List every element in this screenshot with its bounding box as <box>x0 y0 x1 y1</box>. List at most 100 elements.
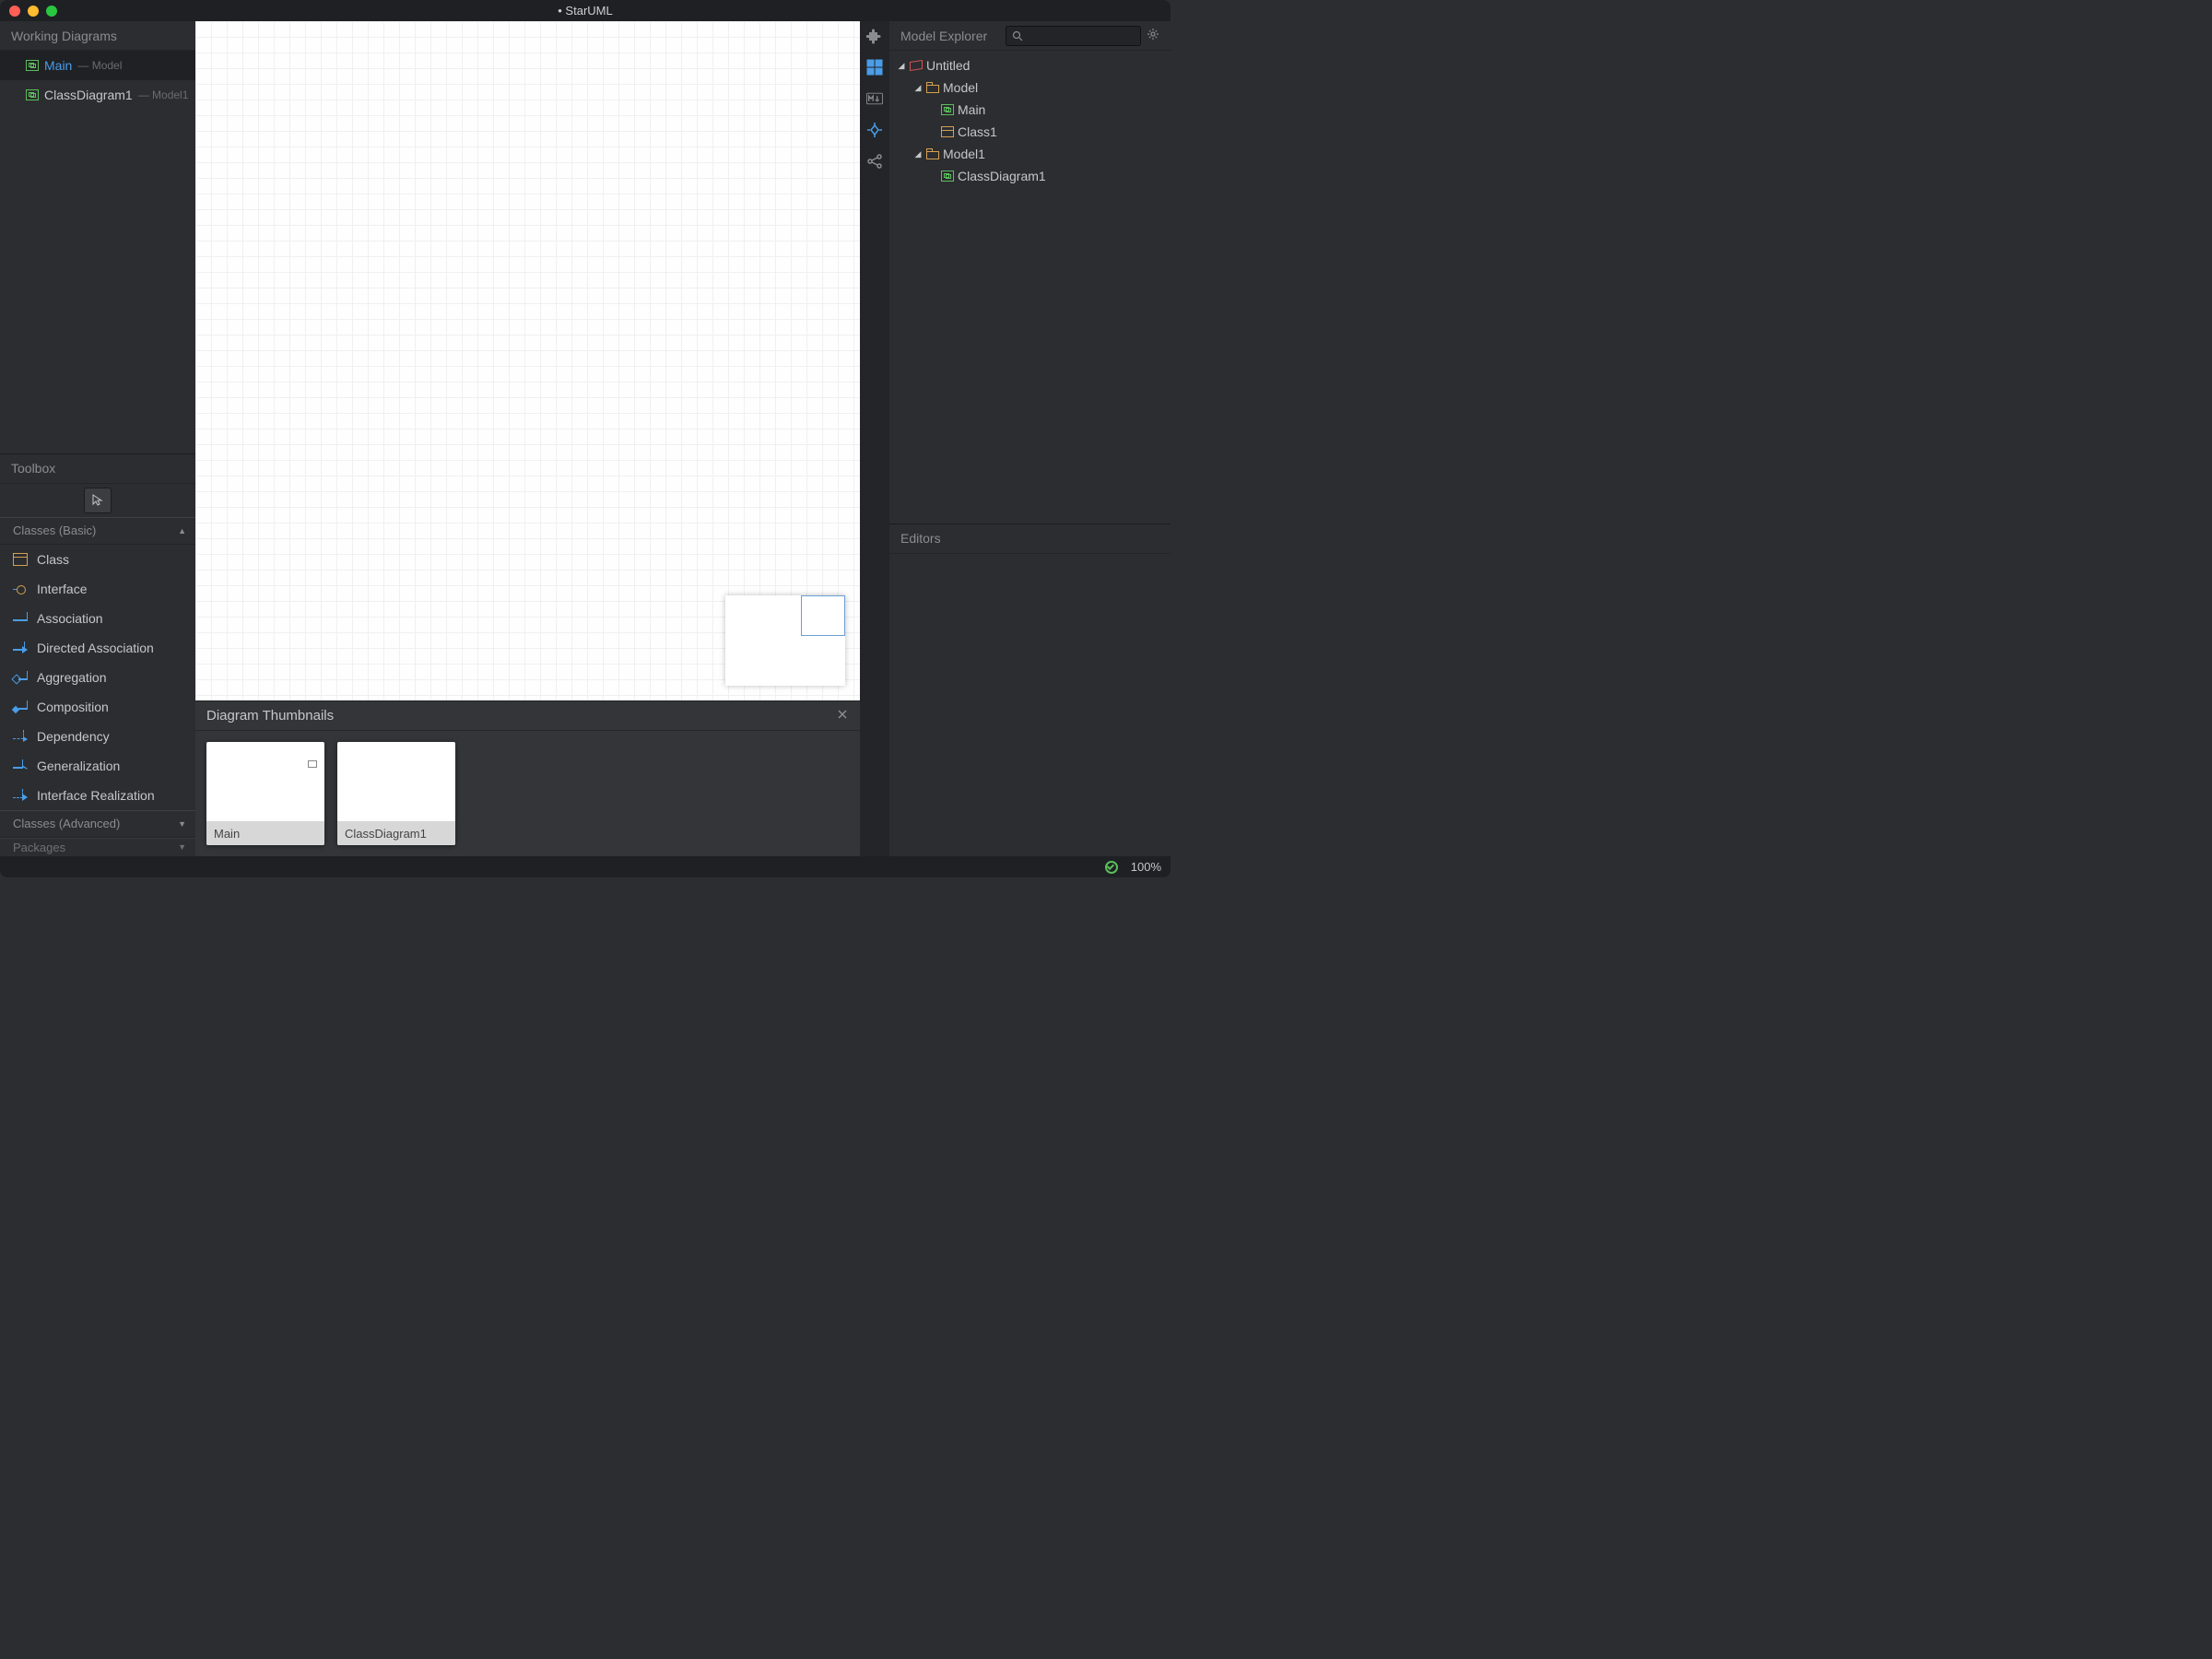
puzzle-icon <box>866 28 883 44</box>
diagram-canvas[interactable] <box>195 21 860 700</box>
model-explorer-tree: ◢ Untitled ◢ Model Main Class1 ◢ Model1 <box>889 51 1171 191</box>
dependency-icon <box>13 730 28 743</box>
crosshair-icon <box>866 122 883 138</box>
tree-node-main-diagram[interactable]: Main <box>889 99 1171 121</box>
thumbnails-toggle-button[interactable] <box>865 58 884 76</box>
window-zoom-button[interactable] <box>46 6 57 17</box>
expand-arrow-icon[interactable]: ◢ <box>913 83 923 93</box>
toolbox-section-label: Classes (Basic) <box>13 524 96 537</box>
tree-label: Model1 <box>943 147 985 161</box>
minimap-viewport[interactable] <box>801 595 845 636</box>
thumbnail-classdiagram1[interactable]: ClassDiagram1 <box>337 742 455 845</box>
tree-node-model1[interactable]: ◢ Model1 <box>889 143 1171 165</box>
model-explorer-search[interactable] <box>1006 26 1141 46</box>
toolbox-item-label: Composition <box>37 700 109 714</box>
toolbox-item-interface[interactable]: Interface <box>0 574 195 604</box>
toolbox-title: Toolbox <box>11 461 55 476</box>
generalization-icon <box>13 759 28 772</box>
thumbnail-preview <box>337 742 455 821</box>
share-icon <box>866 153 883 170</box>
toolbox-item-directed-association[interactable]: Directed Association <box>0 633 195 663</box>
expand-arrow-icon[interactable]: ◢ <box>913 149 923 159</box>
thumbnail-preview <box>206 742 324 821</box>
share-button[interactable] <box>865 152 884 171</box>
tree-label: ClassDiagram1 <box>958 169 1046 183</box>
diagram-icon <box>26 60 39 71</box>
toolbox-section-classes-advanced[interactable]: Classes (Advanced) ▼ <box>0 810 195 838</box>
tree-label: Class1 <box>958 124 997 139</box>
cursor-icon <box>92 494 103 507</box>
toolbox-item-label: Directed Association <box>37 641 154 655</box>
selection-tool[interactable] <box>84 488 112 513</box>
interface-realization-icon <box>13 789 28 802</box>
toolbox-item-aggregation[interactable]: Aggregation <box>0 663 195 692</box>
toolbox-header: Toolbox <box>0 454 195 484</box>
tree-label: Model <box>943 80 978 95</box>
close-icon <box>836 708 849 721</box>
minimap[interactable] <box>725 595 845 686</box>
tree-label: Untitled <box>926 58 970 73</box>
thumbnail-label: ClassDiagram1 <box>337 821 455 845</box>
toolbox-section-packages[interactable]: Packages ▼ <box>0 838 195 856</box>
toolbox-item-label: Class <box>37 552 69 567</box>
toolbox-item-class[interactable]: Class <box>0 545 195 574</box>
toolbox-item-label: Dependency <box>37 729 110 744</box>
toolbox-item-label: Interface <box>37 582 87 596</box>
diagram-thumbnails-panel: Diagram Thumbnails Main ClassDiagram1 <box>195 700 860 856</box>
thumbnail-main[interactable]: Main <box>206 742 324 845</box>
tree-node-model[interactable]: ◢ Model <box>889 76 1171 99</box>
model-explorer-header: Model Explorer <box>889 21 1171 51</box>
window-close-button[interactable] <box>9 6 20 17</box>
working-diagram-item-classdiagram1[interactable]: ClassDiagram1 — Model1 <box>0 80 195 110</box>
status-bar: 100% <box>0 856 1171 877</box>
search-icon <box>1012 30 1023 41</box>
diagram-icon <box>26 89 39 100</box>
toolbox-section-classes-basic[interactable]: Classes (Basic) ▲ <box>0 517 195 545</box>
package-icon <box>926 82 939 93</box>
expand-arrow-icon[interactable]: ◢ <box>897 61 906 71</box>
locate-button[interactable] <box>865 121 884 139</box>
composition-icon <box>13 700 28 713</box>
editors-header: Editors <box>889 524 1171 554</box>
thumbnail-label: Main <box>206 821 324 845</box>
working-diagram-sub: — Model1 <box>138 88 189 101</box>
working-diagram-name: ClassDiagram1 <box>44 88 133 102</box>
directed-association-icon <box>13 641 28 654</box>
model-explorer-settings-button[interactable] <box>1147 28 1159 43</box>
toolbox-section-label: Classes (Advanced) <box>13 817 120 830</box>
working-diagram-item-main[interactable]: Main — Model <box>0 51 195 80</box>
toolbox-item-association[interactable]: Association <box>0 604 195 633</box>
tree-label: Main <box>958 102 985 117</box>
extensions-button[interactable] <box>865 27 884 45</box>
model-explorer-title: Model Explorer <box>900 29 987 43</box>
toolbox-item-dependency[interactable]: Dependency <box>0 722 195 751</box>
toolbox-item-generalization[interactable]: Generalization <box>0 751 195 781</box>
markdown-icon <box>866 90 883 107</box>
toolbox-item-label: Aggregation <box>37 670 107 685</box>
project-icon <box>910 60 923 71</box>
class-icon <box>13 553 28 566</box>
toolbox-item-composition[interactable]: Composition <box>0 692 195 722</box>
titlebar: • StarUML <box>0 0 1171 21</box>
toolbox-item-interface-realization[interactable]: Interface Realization <box>0 781 195 810</box>
right-tool-rail <box>860 21 889 856</box>
toolbox-item-label: Generalization <box>37 759 120 773</box>
markdown-button[interactable] <box>865 89 884 108</box>
zoom-level[interactable]: 100% <box>1131 860 1161 874</box>
tree-node-untitled[interactable]: ◢ Untitled <box>889 54 1171 76</box>
package-icon <box>926 148 939 159</box>
toolbox-item-label: Interface Realization <box>37 788 155 803</box>
gear-icon <box>1147 28 1159 41</box>
window-minimize-button[interactable] <box>28 6 39 17</box>
diagram-icon <box>941 104 954 115</box>
tree-node-class1[interactable]: Class1 <box>889 121 1171 143</box>
interface-icon <box>13 582 28 595</box>
window-title: • StarUML <box>0 4 1171 18</box>
validation-status-icon[interactable] <box>1105 861 1118 874</box>
diagram-icon <box>941 171 954 182</box>
close-thumbnails-button[interactable] <box>836 708 849 724</box>
editors-title: Editors <box>900 531 941 546</box>
tree-node-classdiagram1[interactable]: ClassDiagram1 <box>889 165 1171 187</box>
working-diagram-sub: — Model <box>77 59 122 72</box>
expand-icon: ▼ <box>178 819 186 829</box>
